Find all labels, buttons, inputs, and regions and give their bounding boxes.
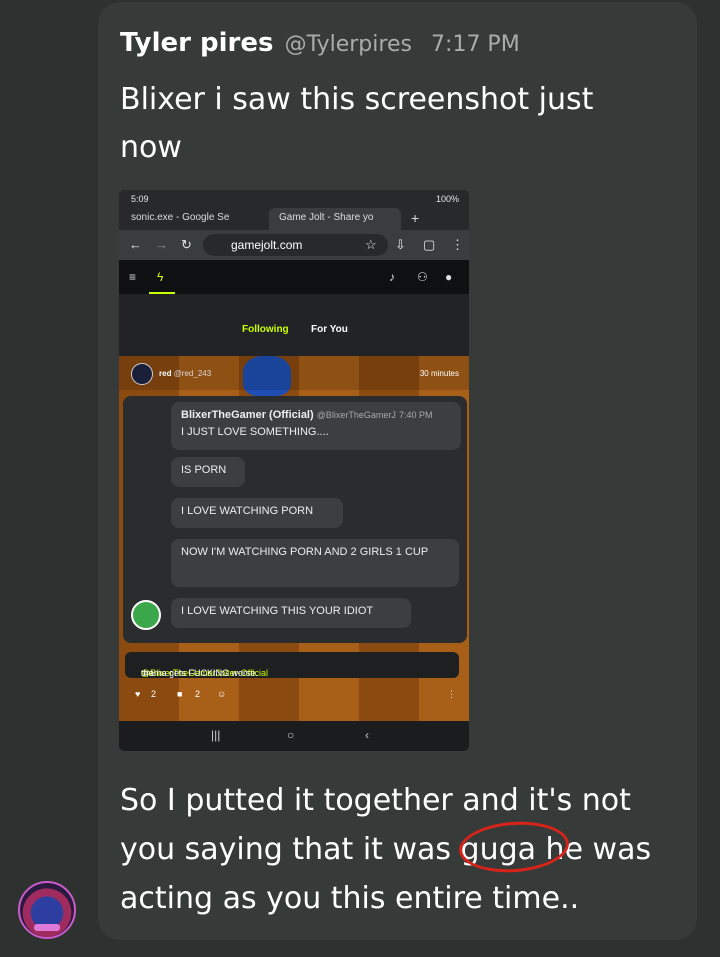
more-vert-icon: ⋮	[451, 237, 464, 252]
reload-icon: ↻	[181, 237, 192, 252]
chat-message-4: NOW I'M WATCHING PORN AND 2 GIRLS 1 CUP	[181, 546, 429, 558]
users-icon: ⚇	[417, 270, 428, 284]
home-icon: ○	[287, 728, 295, 742]
chat-bubble-1: BlixerTheGamer (Official) @BlixerTheGame…	[171, 402, 461, 450]
post-user: red @red_243	[159, 369, 211, 378]
feed-tabs: Following For You	[119, 294, 469, 356]
message-text-bottom: So I putted it together and it's not you…	[120, 783, 652, 916]
message-header: Tyler pires @Tylerpires 7:17 PM	[120, 28, 520, 58]
feed-post: red @red_243 30 minutes BlixerTheGamer (…	[119, 356, 469, 721]
chat-bubble-3: I LOVE WATCHING PORN	[171, 498, 343, 528]
post-more-icon: ⋮	[447, 689, 456, 699]
author-avatar[interactable]	[18, 881, 76, 939]
like-count: 2	[151, 689, 157, 699]
new-tab-icon: +	[411, 210, 420, 226]
star-icon: ☆	[365, 237, 377, 252]
profile-avatar-icon: ●	[445, 270, 453, 284]
post-username: red	[159, 369, 172, 378]
browser-tab-2: Game Jolt - Share yo	[269, 208, 401, 230]
android-nav-bar: ||| ○ ‹	[119, 721, 469, 751]
author-name[interactable]: Tyler pires	[120, 28, 273, 58]
emoji-icon: ☺	[217, 689, 227, 699]
chat-bubble-2: IS PORN	[171, 457, 245, 487]
chat-name: BlixerTheGamer (Official)	[181, 409, 314, 421]
chat-message-3: I LOVE WATCHING PORN	[181, 505, 314, 517]
heart-icon: ♥	[135, 689, 141, 699]
chat-screenshot: BlixerTheGamer (Official) @BlixerTheGame…	[123, 396, 467, 643]
browser-tab-strip: sonic.exe - Google Se Game Jolt - Share …	[119, 208, 469, 230]
address-bar: gamejolt.com	[203, 234, 388, 256]
browser-tab-2-label: Game Jolt - Share yo	[279, 212, 374, 223]
embedded-screenshot[interactable]: 5:09 100% sonic.exe - Google Se Game Jol…	[119, 190, 469, 751]
chat-message-2: IS PORN	[181, 464, 227, 476]
browser-tab-1: sonic.exe - Google Se	[131, 212, 230, 223]
bell-icon: ♪	[389, 270, 395, 284]
tabs-icon: ▢	[423, 237, 436, 252]
phone-status-bar: 5:09 100%	[119, 190, 469, 208]
chat-message-5: I LOVE WATCHING THIS YOUR IDIOT	[181, 605, 374, 617]
gamejolt-topbar: ≡ ϟ ♪ ⚇ ●	[119, 260, 469, 294]
gamejolt-logo-icon: ϟ	[157, 270, 164, 284]
status-time: 5:09	[131, 194, 149, 204]
post-actions: ♥ 2 ■ 2 ☺ ⋮	[119, 687, 469, 705]
message-time: 7:17 PM	[431, 32, 520, 57]
comment-count: 2	[195, 689, 201, 699]
post-avatar	[131, 363, 153, 385]
comment-icon: ■	[177, 689, 183, 699]
chat-message-1: I JUST LOVE SOMETHING....	[181, 426, 329, 438]
recent-apps-icon: |||	[211, 728, 221, 742]
chat-avatar	[131, 600, 161, 630]
post-time: 30 minutes	[419, 369, 459, 378]
chat-bubble-5: I LOVE WATCHING THIS YOUR IDIOT	[171, 598, 411, 628]
chat-handle: @BlixerTheGamerJ	[316, 410, 396, 420]
battery-level: 100%	[435, 194, 459, 204]
chat-time: 7:40 PM	[398, 410, 433, 420]
tab-following: Following	[242, 324, 289, 335]
post-caption: the @BlixerTheGamerJolter-Official drama…	[125, 652, 459, 678]
post-handle: @red_243	[173, 369, 212, 378]
download-icon: ⇩	[395, 237, 406, 252]
author-handle[interactable]: @Tylerpires	[285, 32, 412, 57]
address-url: gamejolt.com	[231, 238, 303, 252]
arrow-left-icon: ←	[129, 237, 142, 252]
post-header: red @red_243 30 minutes	[119, 356, 469, 390]
message-text-top: Blixer i saw this screenshot just now	[120, 82, 594, 165]
chat-bubble-4: NOW I'M WATCHING PORN AND 2 GIRLS 1 CUP	[171, 539, 459, 587]
browser-toolbar: ← → ↻ gamejolt.com ☆ ⇩ ▢ ⋮	[119, 230, 469, 260]
arrow-right-icon: →	[155, 237, 168, 252]
avatar-logo	[34, 924, 60, 931]
hamburger-icon: ≡	[129, 270, 137, 284]
tab-for-you: For You	[311, 324, 348, 335]
caption-suffix: drama gets FUCKING worse.	[141, 668, 259, 678]
back-icon: ‹	[365, 728, 369, 742]
